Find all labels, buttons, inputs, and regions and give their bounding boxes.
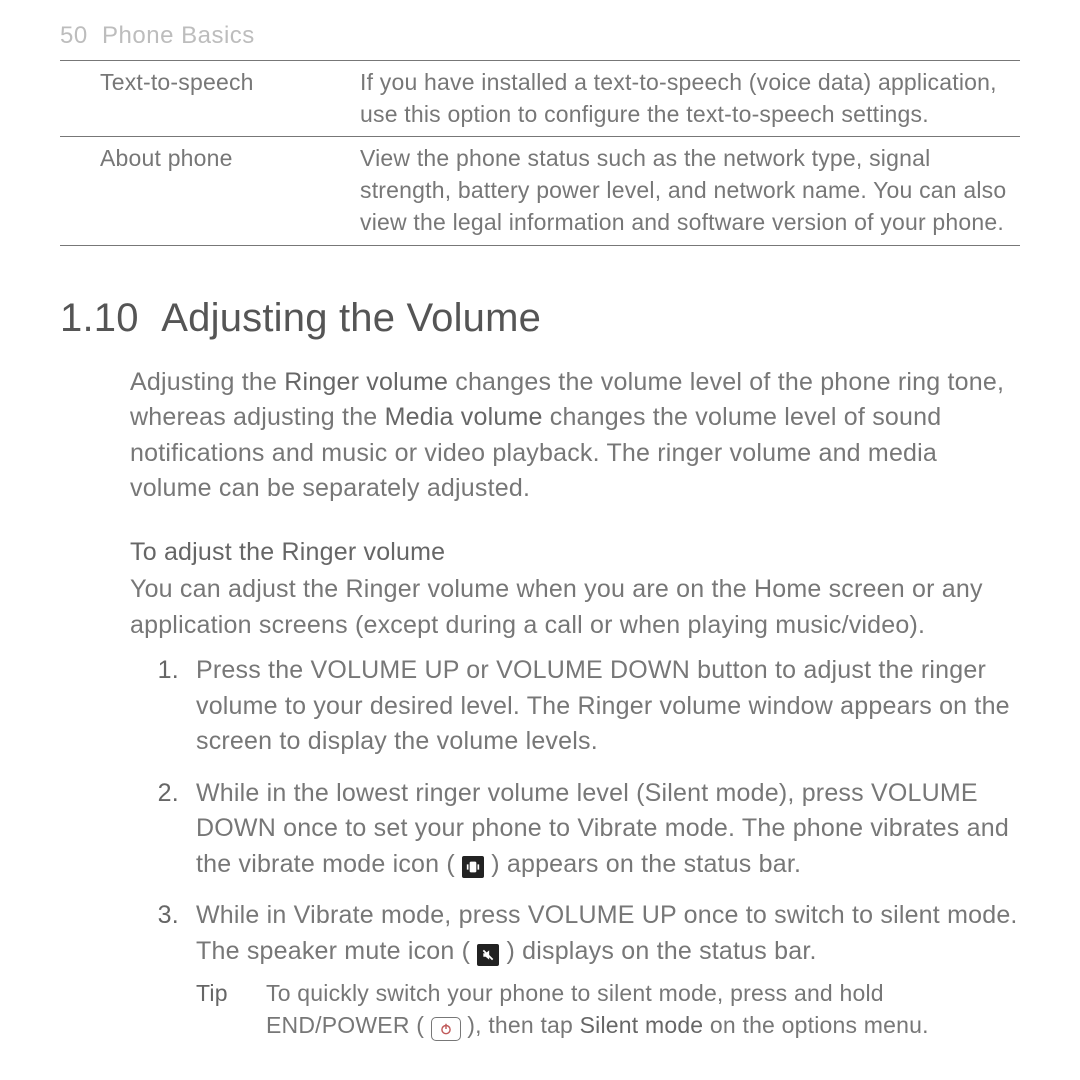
text-fragment: on the options menu. [703, 1012, 928, 1038]
step-item: While in the lowest ringer volume level … [186, 776, 1020, 883]
intro-paragraph: Adjusting the Ringer volume changes the … [130, 365, 1020, 507]
settings-table: Text-to-speech If you have installed a t… [60, 60, 1020, 246]
section-heading: 1.10 Adjusting the Volume [60, 296, 1020, 341]
text-fragment: ) appears on the status bar. [484, 850, 801, 878]
sub-heading: To adjust the Ringer volume [130, 535, 1020, 571]
body-content: Adjusting the Ringer volume changes the … [130, 365, 1020, 1042]
text-fragment: ) displays on the status bar. [499, 937, 816, 965]
term-ringer-volume: Ringer volume [284, 368, 448, 396]
tip-block: Tip To quickly switch your phone to sile… [196, 977, 1020, 1041]
term-silent-mode: Silent mode [580, 1012, 704, 1038]
table-row: Text-to-speech If you have installed a t… [60, 61, 1020, 137]
steps-list: Press the VOLUME UP or VOLUME DOWN butto… [130, 653, 1020, 1041]
step-item: While in Vibrate mode, press VOLUME UP o… [186, 898, 1020, 1041]
tip-label: Tip [196, 977, 266, 1041]
running-head: 50 Phone Basics [60, 22, 1020, 50]
step-item: Press the VOLUME UP or VOLUME DOWN butto… [186, 653, 1020, 760]
setting-description: If you have installed a text-to-speech (… [360, 61, 1020, 137]
section-title-text: Adjusting the Volume [161, 296, 541, 340]
table-row: About phone View the phone status such a… [60, 137, 1020, 245]
section-number: 1.10 [60, 296, 139, 340]
chapter-title: Phone Basics [102, 22, 255, 49]
document-page: 50 Phone Basics Text-to-speech If you ha… [0, 0, 1080, 1080]
tip-text: To quickly switch your phone to silent m… [266, 977, 1020, 1041]
speaker-mute-icon [477, 944, 499, 966]
text-fragment: ), then tap [461, 1012, 580, 1038]
end-power-button-icon [431, 1017, 461, 1041]
text-fragment: Adjusting the [130, 368, 284, 396]
vibrate-mode-icon [462, 856, 484, 878]
setting-description: View the phone status such as the networ… [360, 137, 1020, 245]
setting-term: Text-to-speech [60, 61, 360, 137]
term-media-volume: Media volume [385, 403, 543, 431]
page-number: 50 [60, 22, 88, 49]
setting-term: About phone [60, 137, 360, 245]
sub-paragraph: You can adjust the Ringer volume when yo… [130, 572, 1020, 643]
